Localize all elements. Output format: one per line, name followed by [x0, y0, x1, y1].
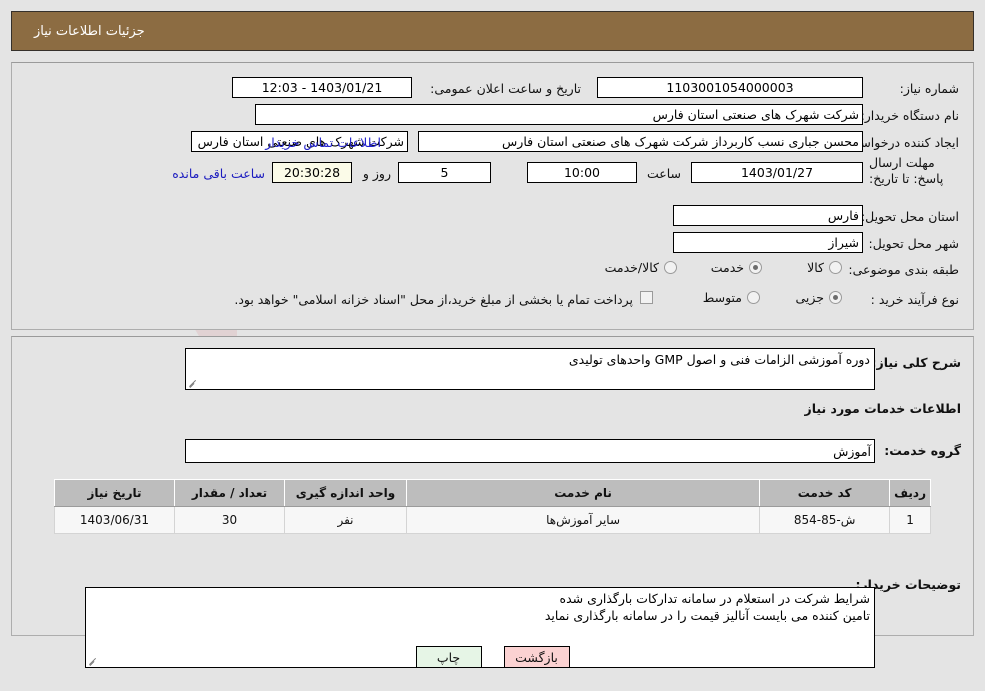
- service-group-label: گروه خدمت:: [884, 443, 961, 458]
- purchase-type-label: نوع فرآیند خرید :: [870, 292, 959, 307]
- classification-option-2-label: کالا/خدمت: [604, 260, 659, 275]
- classification-option-kala-khedmat[interactable]: کالا/خدمت: [605, 260, 677, 275]
- request-summary-panel: شماره نیاز: 1103001054000003 تاریخ و ساع…: [11, 62, 974, 330]
- buyer-notes-line-1: شرایط شرکت در استعلام در سامانه تدارکات …: [559, 591, 870, 606]
- purchase-type-option-motevaset[interactable]: متوسط: [703, 290, 760, 305]
- need-number-field[interactable]: 1103001054000003: [597, 77, 863, 98]
- radio-jozee-icon[interactable]: [829, 291, 842, 304]
- col-quantity: تعداد / مقدار: [174, 479, 285, 507]
- announce-datetime-field[interactable]: 1403/01/21 - 12:03: [232, 77, 412, 98]
- classification-option-kala[interactable]: کالا: [807, 260, 842, 275]
- window-title: جزئیات اطلاعات نیاز: [34, 23, 145, 39]
- services-section-heading: اطلاعات خدمات مورد نیاز: [804, 401, 962, 416]
- classification-label: طبقه بندی موضوعی:: [848, 262, 959, 277]
- radio-kala-icon[interactable]: [829, 261, 842, 274]
- classification-option-1-label: خدمت: [710, 260, 744, 275]
- radio-motevaset-icon[interactable]: [747, 291, 760, 304]
- purchase-type-option-0-label: جزیی: [795, 290, 824, 305]
- need-number-label: شماره نیاز:: [899, 81, 959, 96]
- classification-option-khedmat[interactable]: خدمت: [711, 260, 762, 275]
- remaining-time-field: 20:30:28: [272, 162, 352, 183]
- table-row[interactable]: 1 ش-85-854 سایر آموزش‌ها نفر 30 1403/06/…: [54, 506, 931, 534]
- footer-actions: بازگشت چاپ: [0, 646, 985, 668]
- purchase-type-option-1-label: متوسط: [702, 290, 742, 305]
- resize-grip-icon[interactable]: [188, 378, 198, 388]
- cell-unit: نفر: [284, 506, 407, 534]
- deadline-label: مهلت ارسال پاسخ: تا تاریخ:: [869, 155, 944, 186]
- announce-datetime-label: تاریخ و ساعت اعلان عمومی:: [430, 81, 581, 96]
- classification-option-0-label: کالا: [807, 260, 824, 275]
- description-label: شرح کلی نیاز:: [871, 355, 961, 370]
- province-label: استان محل تحویل:: [860, 209, 959, 224]
- cell-service-name: سایر آموزش‌ها: [405, 506, 761, 534]
- description-value: دوره آموزشی الزامات فنی و اصول GMP واحده…: [568, 352, 870, 367]
- col-need-date: تاریخ نیاز: [54, 479, 175, 507]
- cell-need-date: 1403/06/31: [54, 506, 175, 534]
- creator-field[interactable]: محسن جباری نسب کاربرداز شرکت شهرک های صن…: [418, 131, 863, 152]
- buyer-contact-link[interactable]: اطلاعات تماس خریدار: [265, 135, 381, 150]
- buyer-org-field[interactable]: شرکت شهرک های صنعتی استان فارس: [255, 104, 863, 125]
- window-titlebar: جزئیات اطلاعات نیاز: [11, 11, 974, 51]
- services-table-wrap: ردیف کد خدمت نام خدمت واحد اندازه گیری ت…: [54, 479, 931, 534]
- remaining-days-label: روز و: [362, 166, 391, 181]
- cell-row-no: 1: [889, 506, 931, 534]
- table-header-row: ردیف کد خدمت نام خدمت واحد اندازه گیری ت…: [54, 479, 931, 507]
- radio-kala-khedmat-icon[interactable]: [664, 261, 677, 274]
- buyer-notes-line-2: تامین کننده می بایست آنالیز قیمت را در س…: [544, 608, 870, 623]
- deadline-hour-label: ساعت: [646, 166, 681, 181]
- description-textarea[interactable]: دوره آموزشی الزامات فنی و اصول GMP واحده…: [185, 348, 875, 390]
- remaining-days-field: 5: [398, 162, 491, 183]
- back-button[interactable]: بازگشت: [503, 646, 570, 668]
- services-table: ردیف کد خدمت نام خدمت واحد اندازه گیری ت…: [54, 479, 931, 534]
- page-root: AnaTender.net جزئیات اطلاعات نیاز شماره …: [0, 0, 985, 691]
- deadline-date-field[interactable]: 1403/01/27: [691, 162, 863, 183]
- cell-service-code: ش-85-854: [759, 506, 891, 534]
- deadline-hour-field[interactable]: 10:00: [527, 162, 637, 183]
- treasury-note: پرداخت تمام یا بخشی از مبلغ خرید،از محل …: [234, 292, 633, 307]
- purchase-type-option-jozee[interactable]: جزیی: [795, 290, 842, 305]
- radio-khedmat-icon[interactable]: [749, 261, 762, 274]
- col-service-code: کد خدمت: [759, 479, 891, 507]
- details-panel: شرح کلی نیاز: دوره آموزشی الزامات فنی و …: [11, 336, 974, 668]
- city-field[interactable]: شیراز: [673, 232, 863, 253]
- service-group-field[interactable]: آموزش: [185, 439, 875, 463]
- print-button[interactable]: چاپ: [415, 646, 482, 668]
- col-unit: واحد اندازه گیری: [284, 479, 407, 507]
- col-service-name: نام خدمت: [405, 479, 761, 507]
- city-label: شهر محل تحویل:: [868, 236, 959, 251]
- cell-quantity: 30: [174, 506, 285, 534]
- treasury-checkbox[interactable]: [640, 291, 653, 304]
- col-row-no: ردیف: [889, 479, 931, 507]
- remaining-time-label: ساعت باقی مانده: [172, 166, 265, 181]
- buyer-org-label: نام دستگاه خریدار:: [860, 108, 959, 123]
- province-field[interactable]: فارس: [673, 205, 863, 226]
